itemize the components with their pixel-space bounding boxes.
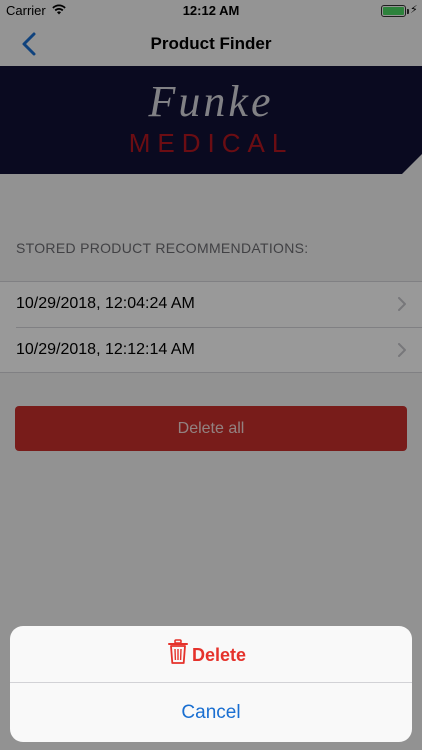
delete-action-label: Delete	[192, 645, 247, 665]
action-sheet: Delete Cancel	[10, 626, 412, 742]
cancel-action-button[interactable]: Cancel	[10, 684, 412, 742]
delete-action-button[interactable]: Delete	[10, 626, 412, 683]
trash-icon	[168, 639, 188, 664]
